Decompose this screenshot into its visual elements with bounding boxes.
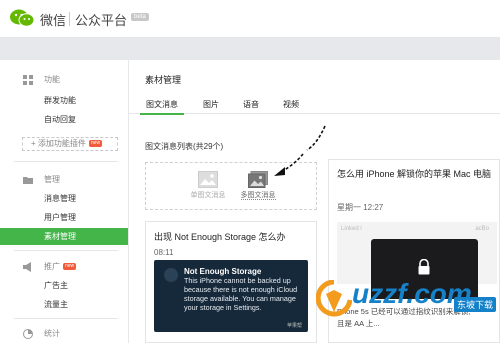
- new-badge: new: [63, 263, 77, 270]
- sidebar-item-advertiser[interactable]: 广告主: [0, 277, 128, 294]
- add-plugin-label: + 添加功能插件: [31, 139, 86, 148]
- sidebar-item-materials[interactable]: 素材管理: [0, 228, 128, 245]
- logo-text[interactable]: 微信: [40, 10, 66, 29]
- sidebar-section-stats: 统计: [23, 328, 60, 339]
- section-label: 功能: [44, 75, 60, 84]
- article-title[interactable]: 怎么用 iPhone 解锁你的苹果 Mac 电脑: [337, 168, 497, 181]
- article-title[interactable]: 出现 Not Enough Storage 怎么办: [154, 231, 286, 244]
- megaphone-icon: [23, 262, 31, 272]
- cover-caption: acBo: [475, 226, 489, 232]
- article-time: 星期一 12:27: [337, 203, 384, 212]
- notif-body: This iPhone cannot be backed up because …: [184, 276, 298, 312]
- article-time: 08:11: [154, 248, 174, 257]
- site-watermark: uzzf.com 东坡下载: [316, 276, 500, 328]
- wechat-logo-icon[interactable]: [9, 9, 35, 27]
- cover-watermark: 苹果帮: [286, 323, 302, 329]
- section-label: 统计: [44, 329, 60, 338]
- new-badge: new: [88, 140, 103, 147]
- lock-icon: [418, 259, 430, 275]
- notif-title: Not Enough Storage: [184, 267, 262, 276]
- cover-caption: Linked l: [341, 226, 362, 232]
- section-label: 推广: [44, 262, 60, 271]
- divider: [14, 318, 118, 319]
- chart-icon: [23, 329, 33, 339]
- divider: [14, 250, 118, 251]
- sidebar: 功能 群发功能 自动回复 + 添加功能插件 new 管理 消息管理 用户管理 素材…: [0, 60, 128, 343]
- sidebar-section-promotion: 推广 new: [23, 261, 77, 272]
- beta-badge: beta: [131, 13, 149, 21]
- sidebar-item-mass-send[interactable]: 群发功能: [0, 92, 128, 109]
- top-bar: 微信 公众平台 beta: [0, 0, 500, 38]
- article-cover-image: Not Enough Storage This iPhone cannot be…: [154, 260, 308, 332]
- divider: [14, 161, 118, 162]
- folder-icon: [23, 177, 33, 184]
- sidebar-section-manage: 管理: [23, 174, 60, 185]
- add-plugin-button[interactable]: + 添加功能插件 new: [22, 137, 118, 151]
- alert-icon: [164, 268, 178, 282]
- grid-icon: [23, 75, 33, 85]
- sidebar-item-messages[interactable]: 消息管理: [0, 190, 128, 207]
- watermark-tag: 东坡下载: [454, 297, 497, 312]
- article-card[interactable]: 出现 Not Enough Storage 怎么办 08:11 Not Enou…: [145, 221, 317, 343]
- sidebar-item-publisher[interactable]: 流量主: [0, 296, 128, 313]
- logo-divider: [69, 12, 70, 26]
- section-label: 管理: [44, 175, 60, 184]
- sidebar-item-auto-reply[interactable]: 自动回复: [0, 111, 128, 128]
- watermark-logo-icon: [316, 280, 352, 317]
- sidebar-section-features: 功能: [23, 74, 60, 85]
- sidebar-item-users[interactable]: 用户管理: [0, 209, 128, 226]
- logo-subtitle[interactable]: 公众平台: [75, 10, 127, 29]
